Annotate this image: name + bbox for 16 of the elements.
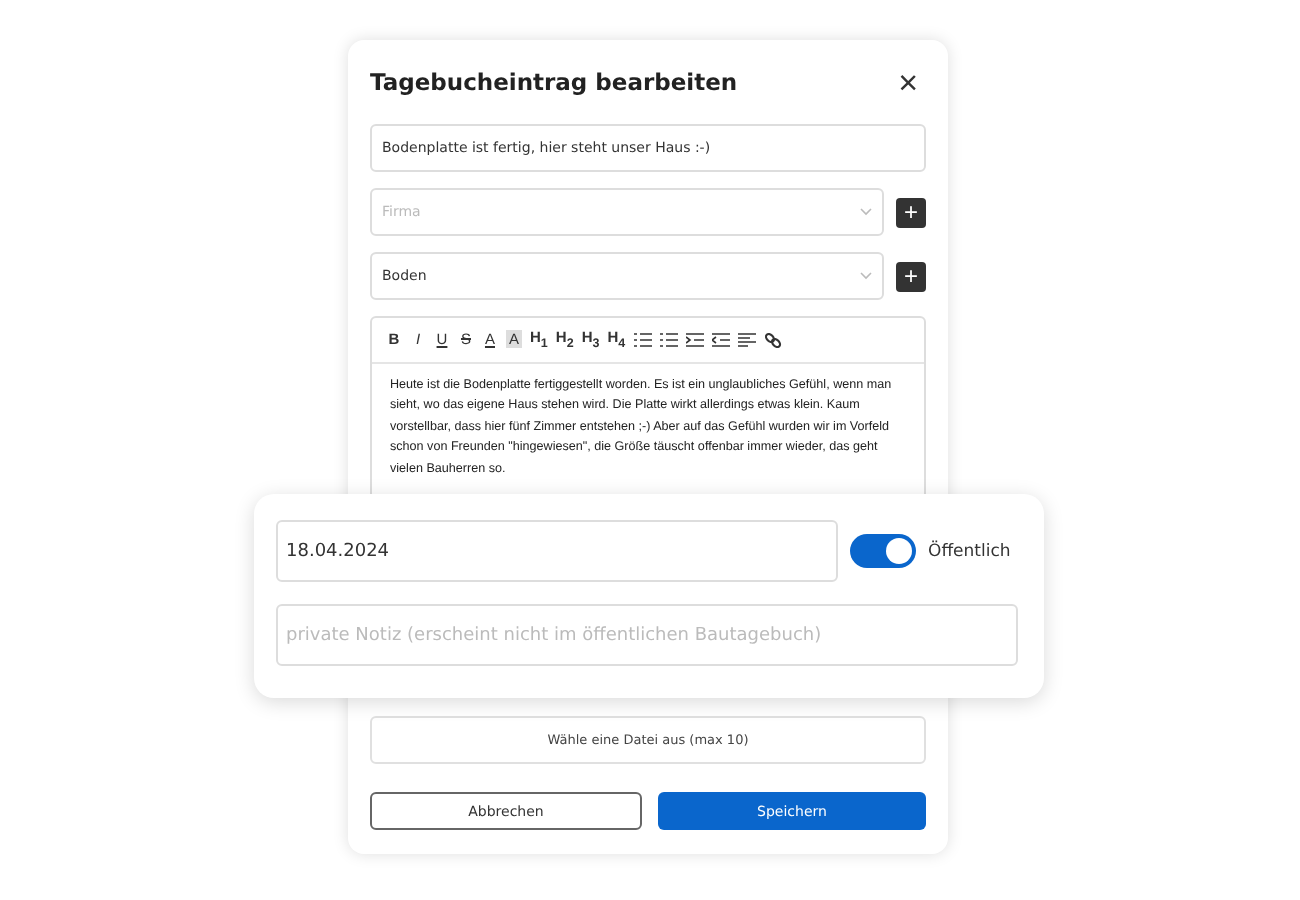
note-field[interactable]: private Notiz (erscheint nicht im öffentlichen Bautagebuch) — [276, 604, 1018, 666]
numbered-list-icon[interactable] — [659, 331, 678, 348]
add-button[interactable]: + — [896, 197, 926, 227]
chevron-icon — [860, 272, 872, 280]
link-icon[interactable] — [763, 331, 782, 348]
indent-icon[interactable] — [685, 331, 704, 348]
dialog-title: Tagebucheintrag bearbeiten — [370, 68, 738, 96]
align-icon[interactable] — [737, 331, 756, 348]
toggle-switch[interactable] — [850, 534, 916, 568]
outdent-icon[interactable] — [711, 331, 730, 348]
add-button[interactable]: + — [896, 261, 926, 291]
date-field[interactable]: 18.04.2024 — [276, 520, 838, 582]
toggle-label: Öffentlich — [928, 541, 1011, 561]
bullet-list-icon[interactable] — [633, 331, 652, 348]
chevron-icon — [860, 208, 872, 216]
close-button[interactable]: × — [890, 65, 926, 99]
